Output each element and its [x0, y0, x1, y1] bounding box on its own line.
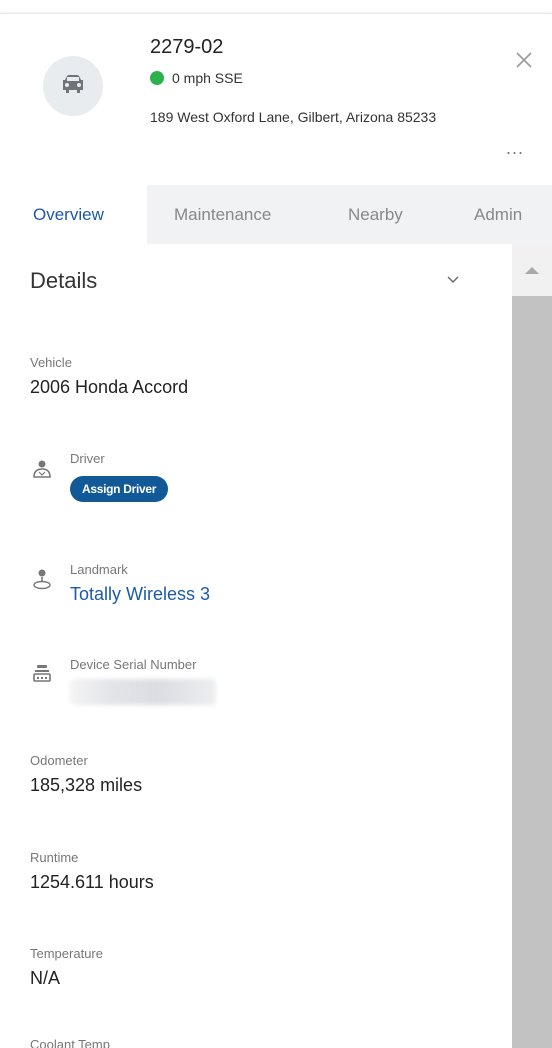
- chevron-down-icon[interactable]: [445, 272, 461, 288]
- vehicle-avatar: [43, 56, 103, 116]
- odometer-field: Odometer 185,328 miles: [30, 752, 142, 796]
- status-row: 0 mph SSE: [150, 70, 243, 86]
- tab-bar: Overview Maintenance Nearby Admin: [0, 185, 552, 244]
- runtime-value: 1254.611 hours: [30, 872, 154, 892]
- driver-label: Driver: [70, 451, 105, 466]
- top-border: [0, 0, 552, 14]
- vehicle-label: Vehicle: [30, 355, 72, 370]
- vehicle-value: 2006 Honda Accord: [30, 377, 189, 397]
- person-icon: [33, 460, 51, 478]
- vehicle-field: Vehicle 2006 Honda Accord: [30, 354, 188, 398]
- vehicle-address: 189 West Oxford Lane, Gilbert, Arizona 8…: [150, 109, 437, 125]
- status-dot-icon: [150, 71, 164, 85]
- device-serial-value-redacted: [70, 679, 216, 705]
- coolant-label: Coolant Temp: [30, 1037, 110, 1048]
- vertical-scrollbar[interactable]: [512, 244, 552, 1048]
- close-icon[interactable]: [512, 48, 536, 72]
- close-button[interactable]: [512, 48, 536, 72]
- landmark-link[interactable]: Totally Wireless 3: [70, 584, 210, 605]
- tab-maintenance[interactable]: Maintenance: [174, 185, 271, 244]
- location-person-icon: [33, 569, 51, 590]
- coolant-field: Coolant Temp: [30, 1036, 110, 1048]
- landmark-label: Landmark: [70, 562, 128, 577]
- speed-status: 0 mph SSE: [172, 70, 243, 86]
- vehicle-header: 2279-02 0 mph SSE 189 West Oxford Lane, …: [0, 14, 552, 185]
- temperature-value: N/A: [30, 968, 61, 988]
- tab-admin[interactable]: Admin: [474, 185, 522, 244]
- landmark-field: Landmark Totally Wireless 3: [30, 561, 210, 605]
- scroll-up-button[interactable]: [512, 244, 552, 296]
- car-icon: [63, 75, 83, 93]
- more-options-button[interactable]: ...: [506, 138, 524, 159]
- driver-field: Driver Assign Driver: [30, 450, 169, 502]
- scrollbar-thumb[interactable]: [512, 296, 552, 1048]
- assign-driver-button[interactable]: Assign Driver: [70, 476, 169, 502]
- vehicle-id: 2279-02: [150, 36, 224, 58]
- runtime-field: Runtime 1254.611 hours: [30, 849, 154, 893]
- tab-nearby[interactable]: Nearby: [348, 185, 403, 244]
- temperature-field: Temperature N/A: [30, 945, 103, 989]
- runtime-label: Runtime: [30, 850, 79, 865]
- device-serial-field: Device Serial Number: [30, 656, 216, 705]
- triangle-up-icon[interactable]: [524, 265, 540, 275]
- device-icon: [33, 665, 51, 682]
- temperature-label: Temperature: [30, 946, 103, 961]
- device-serial-label: Device Serial Number: [70, 657, 197, 672]
- odometer-label: Odometer: [30, 753, 88, 768]
- details-title: Details: [30, 268, 98, 293]
- odometer-value: 185,328 miles: [30, 775, 143, 795]
- details-panel: Details Vehicle 2006 Honda Accord Driver…: [0, 244, 512, 1048]
- tab-overview[interactable]: Overview: [0, 185, 147, 244]
- collapse-toggle[interactable]: [445, 272, 461, 288]
